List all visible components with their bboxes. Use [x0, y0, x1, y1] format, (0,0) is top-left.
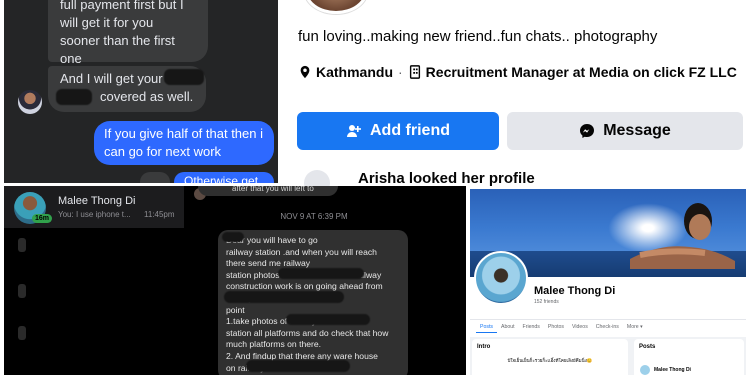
- redaction-scribble: [278, 268, 364, 279]
- location-pin-icon: [300, 65, 310, 79]
- tab-posts[interactable]: Posts: [476, 320, 497, 333]
- conversation-pane: after that you will left to NOV 9 AT 6:3…: [186, 186, 466, 375]
- chat-list: 16m Malee Thong Di You: I use iphone t..…: [4, 186, 184, 375]
- outgoing-message: Otherwise get: [174, 172, 274, 183]
- separator-dot: ·: [398, 64, 403, 80]
- message-text: full payment first but I will get it for…: [60, 0, 184, 66]
- tab-photos[interactable]: Photos: [544, 320, 568, 333]
- avatar: [640, 365, 650, 375]
- tab-videos[interactable]: Videos: [568, 320, 592, 333]
- active-status-badge: 16m: [32, 214, 53, 223]
- last-message: You: I use iphone t...: [58, 210, 131, 219]
- message-text: Otherwise get: [184, 174, 259, 183]
- chat-list-item[interactable]: [18, 284, 26, 298]
- message-line: station all platforms and do check that …: [226, 327, 389, 338]
- friends-count[interactable]: 152 friends: [534, 299, 559, 305]
- location-text[interactable]: Kathmandu: [316, 64, 393, 80]
- tab-friends[interactable]: Friends: [519, 320, 544, 333]
- briefcase-icon: [409, 65, 420, 79]
- message-time: 11:45pm: [144, 210, 175, 219]
- posts-title: Posts: [639, 344, 656, 350]
- posts-card: Posts Malee Thong Di: [634, 339, 744, 375]
- incoming-message: full payment first but I will get it for…: [48, 0, 208, 66]
- messenger-conversation-dark: 16m Malee Thong Di You: I use iphone t..…: [4, 186, 466, 375]
- intro-title: Intro: [477, 344, 491, 350]
- message-label: Message: [603, 122, 671, 139]
- redaction-scribble: [246, 360, 350, 372]
- messenger-icon: [580, 124, 595, 138]
- message-button[interactable]: Message: [507, 112, 743, 150]
- previous-message: after that you will left to: [198, 186, 338, 196]
- message-line: much platforms on there.: [226, 339, 322, 350]
- profile-tabs: Posts About Friends Photos Videos Check-…: [470, 319, 746, 333]
- message-line: railway station .and when you will reach: [226, 246, 377, 257]
- messenger-chat-dark: full payment first but I will get it for…: [4, 0, 278, 183]
- facebook-profile-light: Malee Thong Di 152 friends Posts About F…: [470, 189, 746, 375]
- avatar[interactable]: [18, 90, 42, 114]
- tab-more[interactable]: More ▾: [623, 320, 647, 333]
- intro-text: ปัใจเย็นเย็นก็ะรวยก็ะเเอิ้งทีโคยเลิงยัคึ…: [507, 358, 593, 363]
- outgoing-message: If you give half of that then i can go f…: [94, 121, 274, 165]
- redaction-scribble: [286, 314, 370, 325]
- activity-text: Arisha looked her profile: [358, 170, 535, 186]
- cover-person: [630, 203, 735, 269]
- add-friend-button[interactable]: Add friend: [297, 112, 499, 150]
- contact-name: Malee Thong Di: [58, 195, 136, 207]
- profile-bio: fun loving..making new friend..fun chats…: [298, 28, 658, 45]
- message-line: Dear you will have to go: [226, 235, 318, 245]
- tab-about[interactable]: About: [497, 320, 519, 333]
- date-stamp: NOV 9 AT 6:39 PM: [280, 212, 348, 221]
- message-text: covered as well.: [100, 89, 194, 104]
- tab-check-ins[interactable]: Check-ins: [592, 320, 623, 333]
- work-text[interactable]: Recruitment Manager at Media on click FZ…: [426, 64, 737, 80]
- chat-list-item[interactable]: [18, 326, 26, 340]
- redaction-scribble: [56, 89, 92, 105]
- profile-name: Malee Thong Di: [534, 285, 616, 297]
- redaction-scribble: [224, 291, 344, 303]
- chat-list-item[interactable]: 16m Malee Thong Di You: I use iphone t..…: [4, 186, 184, 228]
- post-author[interactable]: Malee Thong Di: [654, 367, 691, 373]
- message-text: And I will get your: [60, 71, 163, 86]
- avatar: [304, 170, 330, 186]
- reaction-bubble: [140, 172, 170, 183]
- facebook-profile-card: fun loving..making new friend..fun chats…: [280, 0, 750, 186]
- profile-picture[interactable]: [304, 0, 368, 14]
- intro-card: Intro ปัใจเย็นเย็นก็ะรวยก็ะเเอิ้งทีโคยเล…: [472, 339, 628, 375]
- collage: full payment first but I will get it for…: [0, 0, 750, 375]
- chat-list-item[interactable]: [18, 238, 26, 252]
- add-friend-label: Add friend: [370, 122, 450, 139]
- profile-details: Kathmandu · Recruitment Manager at Media o…: [298, 62, 738, 82]
- add-friend-icon: [347, 125, 361, 137]
- message-text: If you give half of that then i can go f…: [104, 126, 263, 159]
- redaction-scribble: [222, 232, 244, 242]
- redaction-scribble: [164, 69, 204, 85]
- profile-picture[interactable]: [474, 251, 528, 305]
